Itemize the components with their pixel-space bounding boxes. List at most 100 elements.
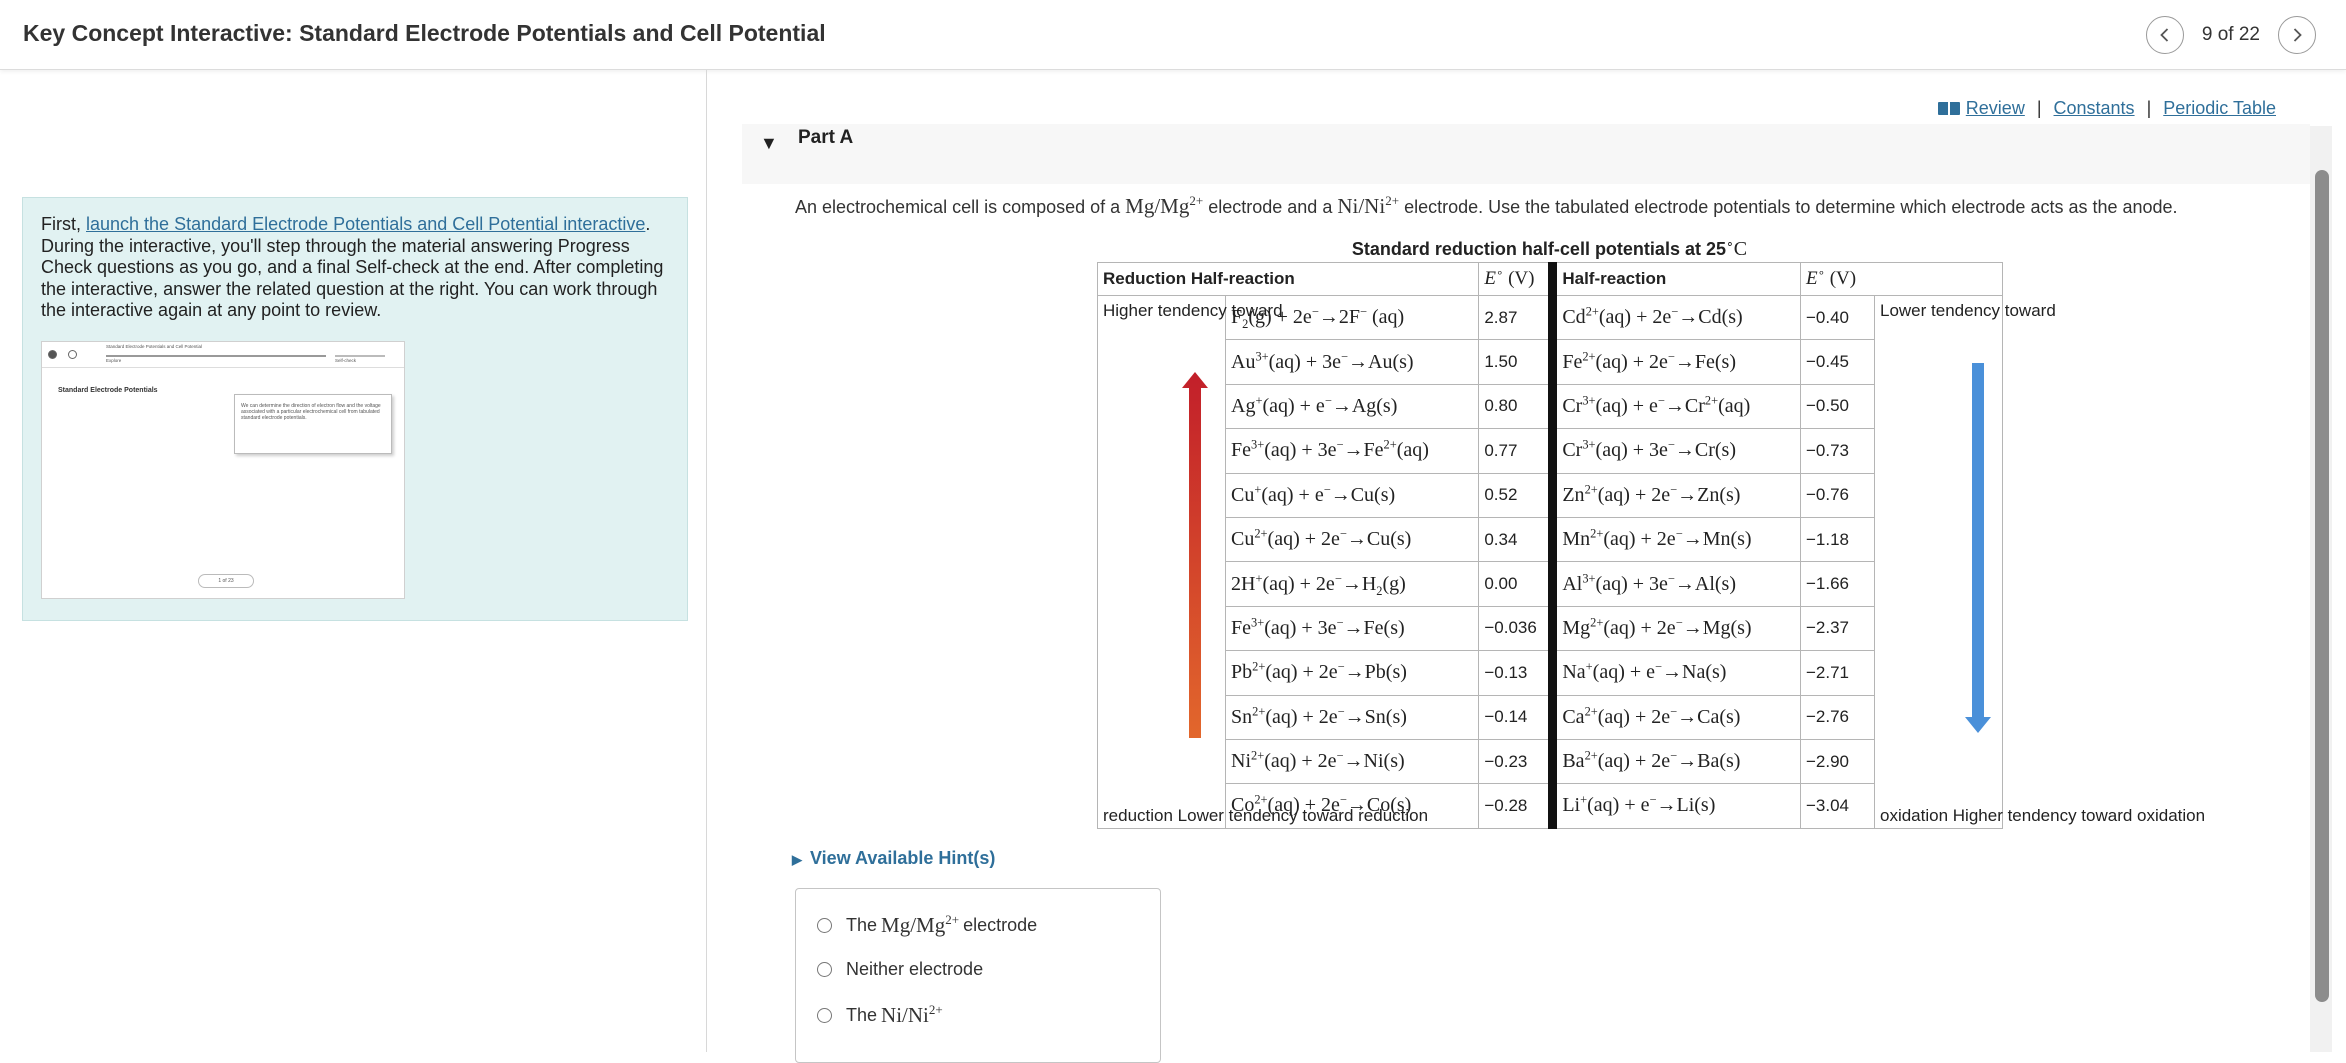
reaction-cell: Cr3+(aq) + e−→Cr2+(aq) — [1548, 383, 1801, 430]
thumb-progress — [106, 355, 326, 357]
reaction-cell: Fe3+(aq) + 3e−→Fe2+(aq) — [1224, 428, 1480, 474]
table-caption: Standard reduction half-cell potentials … — [1351, 236, 1748, 260]
pager: 9 of 22 — [2145, 16, 2316, 54]
book-icon — [1937, 101, 1960, 116]
e-value: −1.66 — [1800, 561, 1875, 607]
col-head-half: Half-reaction — [1548, 262, 1801, 296]
e-value: −2.90 — [1800, 738, 1875, 785]
e-value: −0.23 — [1478, 738, 1554, 785]
reaction-cell: Cr3+(aq) + 3e−→Cr(s) — [1548, 428, 1801, 474]
reaction-cell: Mn2+(aq) + 2e−→Mn(s) — [1548, 516, 1801, 563]
panel-divider — [706, 70, 707, 1052]
intro-prefix: First, — [41, 214, 86, 234]
part-a-header[interactable]: ▼ Part A — [742, 124, 2310, 184]
next-button[interactable] — [2278, 16, 2316, 54]
reaction-cell: Ni2+(aq) + 2e−→Ni(s) — [1224, 738, 1480, 785]
radio-button[interactable] — [817, 1008, 832, 1023]
option-ni[interactable]: The Ni/Ni2+ — [817, 1003, 947, 1028]
reaction-cell: Zn2+(aq) + 2e−→Zn(s) — [1548, 472, 1801, 518]
page-title: Key Concept Interactive: Standard Electr… — [23, 20, 826, 46]
view-hints-toggle[interactable]: ▶ View Available Hint(s) — [792, 848, 995, 869]
reaction-cell: Al3+(aq) + 3e−→Al(s) — [1548, 561, 1801, 607]
arrow-down-icon — [1965, 363, 1991, 733]
launch-interactive-link[interactable]: launch the Standard Electrode Potentials… — [86, 214, 645, 234]
review-link[interactable]: Review — [1966, 98, 2025, 119]
e-value: −0.76 — [1800, 472, 1875, 518]
radio-button[interactable] — [817, 918, 832, 933]
constants-link[interactable]: Constants — [2054, 98, 2135, 119]
reaction-cell: Au3+(aq) + 3e−→Au(s) — [1224, 339, 1480, 385]
thumb-progress-2 — [335, 355, 385, 357]
e-value: 0.34 — [1478, 516, 1554, 563]
page-indicator: 9 of 22 — [2201, 24, 2260, 45]
expand-triangle-icon: ▶ — [792, 852, 802, 867]
e-value: −0.28 — [1478, 783, 1554, 829]
col-head-e2: E∘ (V) — [1800, 262, 2003, 296]
reaction-cell: 2H+(aq) + 2e−→H2(g) — [1224, 561, 1480, 607]
answer-options: The Mg/Mg2+ electrode Neither electrode … — [795, 888, 1161, 1063]
e-value: −0.73 — [1800, 428, 1875, 474]
chevron-left-icon — [2160, 28, 2169, 42]
option-neither[interactable]: Neither electrode — [817, 959, 983, 980]
right-tendency-column: Lower tendency toward oxidation Higher t… — [1874, 295, 2205, 829]
top-bar: Key Concept Interactive: Standard Electr… — [0, 0, 2346, 70]
scrollbar-thumb[interactable] — [2315, 170, 2329, 1002]
reaction-cell: Pb2+(aq) + 2e−→Pb(s) — [1224, 650, 1480, 696]
e-value: −0.13 — [1478, 650, 1554, 696]
e-value: −2.71 — [1800, 650, 1875, 696]
info-icon — [48, 350, 57, 359]
potentials-table: Reduction Half-reaction E∘ (V) Half-reac… — [1096, 262, 2205, 829]
thumb-bar-title: Standard Electrode Potentials and Cell P… — [106, 344, 203, 349]
e-value: 0.80 — [1478, 383, 1554, 430]
reaction-cell: Ca2+(aq) + 2e−→Ca(s) — [1548, 694, 1801, 740]
intro-panel: First, launch the Standard Electrode Pot… — [22, 197, 688, 621]
reaction-cell: Cu2+(aq) + 2e−→Cu(s) — [1224, 516, 1480, 563]
thumb-title: Standard Electrode Potentials — [58, 387, 158, 394]
e-value: −0.45 — [1800, 339, 1875, 385]
e-value: 0.52 — [1478, 472, 1554, 518]
reaction-cell: Mg2+(aq) + 2e−→Mg(s) — [1548, 605, 1801, 652]
thumb-pager: 1 of 23 — [198, 574, 254, 588]
interactive-thumbnail[interactable]: Standard Electrode Potentials and Cell P… — [41, 341, 405, 599]
part-label: Part A — [798, 127, 854, 148]
reaction-cell: Na+(aq) + e−→Na(s) — [1548, 650, 1801, 696]
thumb-toolbar: Standard Electrode Potentials and Cell P… — [42, 342, 404, 368]
reaction-cell: Li+(aq) + e−→Li(s) — [1548, 783, 1801, 829]
e-value: 0.77 — [1478, 428, 1554, 474]
reaction-cell: Ag+(aq) + e−→Ag(s) — [1224, 383, 1480, 430]
e-value: −3.04 — [1800, 783, 1875, 829]
thumb-bar-left: Explore — [106, 358, 122, 363]
periodic-table-link[interactable]: Periodic Table — [2163, 98, 2276, 119]
e-value: −2.76 — [1800, 694, 1875, 740]
e-value: −0.50 — [1800, 383, 1875, 430]
collapse-triangle-icon: ▼ — [760, 133, 778, 153]
question-text: An electrochemical cell is composed of a… — [795, 193, 2178, 218]
e-value: −0.40 — [1800, 294, 1875, 341]
e-value: −1.18 — [1800, 516, 1875, 563]
chevron-right-icon — [2293, 28, 2302, 42]
reaction-cell: Ba2+(aq) + 2e−→Ba(s) — [1548, 738, 1801, 785]
e-value: 0.00 — [1478, 561, 1554, 607]
intro-text: First, launch the Standard Electrode Pot… — [41, 214, 681, 322]
e-value: −2.37 — [1800, 605, 1875, 652]
reaction-cell: Cd2+(aq) + 2e−→Cd(s) — [1548, 294, 1801, 341]
thumb-bar-right: Self-check — [335, 358, 357, 363]
reaction-cell: Fe3+(aq) + 3e−→Fe(s) — [1224, 605, 1480, 652]
previous-button[interactable] — [2145, 16, 2184, 54]
radio-button[interactable] — [817, 962, 832, 977]
resource-links: Review | Constants | Periodic Table — [1937, 98, 2276, 119]
e-value: −0.036 — [1478, 605, 1554, 652]
reload-icon — [68, 350, 77, 359]
e-value: −0.14 — [1478, 694, 1554, 740]
reaction-cell: Sn2+(aq) + 2e−→Sn(s) — [1224, 694, 1480, 740]
left-tendency-column: Higher tendency toward reduction Lower t… — [1097, 295, 1428, 829]
arrow-up-icon — [1182, 372, 1208, 738]
e-value: 2.87 — [1478, 294, 1554, 341]
reaction-cell: Cu+(aq) + e−→Cu(s) — [1224, 472, 1480, 518]
col-head-e1: E∘ (V) — [1478, 262, 1554, 296]
e-value: 1.50 — [1478, 339, 1554, 385]
thumb-card: We can determine the direction of electr… — [234, 394, 392, 454]
option-mg[interactable]: The Mg/Mg2+ electrode — [817, 913, 1037, 938]
col-head-reduction: Reduction Half-reaction — [1096, 262, 1480, 296]
reaction-cell: Fe2+(aq) + 2e−→Fe(s) — [1548, 339, 1801, 385]
